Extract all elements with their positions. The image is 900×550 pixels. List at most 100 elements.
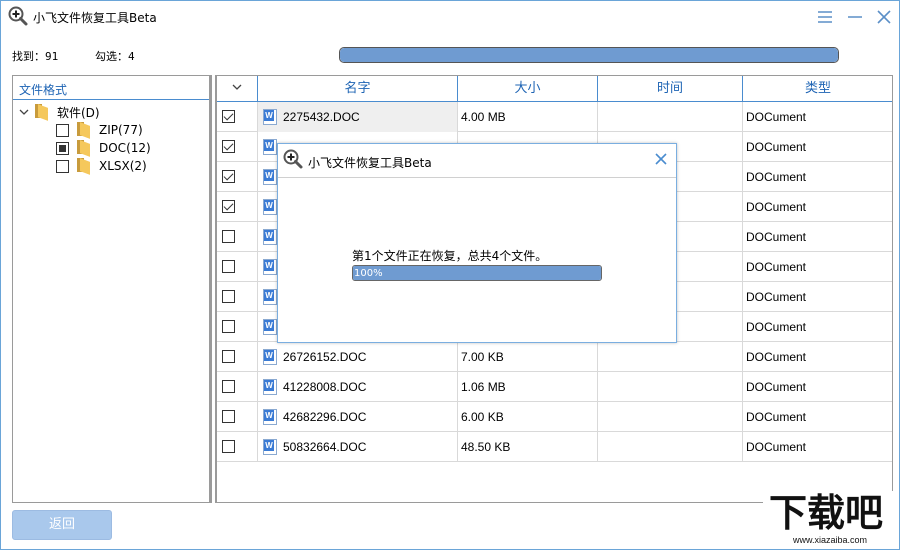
file-size-cell: 48.50 KB [458, 432, 598, 462]
word-document-icon: W [263, 259, 277, 275]
row-checkbox[interactable] [222, 230, 235, 243]
hamburger-icon[interactable] [813, 5, 837, 29]
recovery-progress-label: 100% [354, 268, 383, 279]
file-time-cell [598, 342, 743, 372]
word-document-icon: W [263, 139, 277, 155]
title-bar: 小飞文件恢复工具Beta [1, 1, 899, 33]
row-checkbox[interactable] [222, 110, 235, 123]
row-checkbox-cell[interactable] [217, 222, 258, 252]
file-size-cell: 4.00 MB [458, 102, 598, 132]
watermark-url: www.xiazaiba.com [793, 535, 868, 545]
column-header-size[interactable]: 大小 [458, 76, 598, 101]
file-type-cell: DOCument [746, 260, 807, 274]
row-checkbox-cell[interactable] [217, 192, 258, 222]
tree-root-label: 软件(D) [57, 105, 100, 120]
word-document-icon: W [263, 349, 277, 365]
table-row[interactable]: W 42682296.DOC 6.00 KB DOCument [217, 402, 892, 432]
chevron-down-icon[interactable] [19, 107, 29, 117]
word-document-icon: W [263, 289, 277, 305]
recovery-progress-bar: 100% [352, 265, 602, 281]
file-name: 50832664.DOC [283, 440, 367, 454]
row-checkbox[interactable] [222, 320, 235, 333]
file-type-cell: DOCument [746, 170, 807, 184]
window-title: 小飞文件恢复工具Beta [33, 11, 157, 25]
dialog-close-icon[interactable] [651, 149, 671, 169]
chevron-down-icon[interactable] [232, 82, 242, 92]
word-document-icon: W [263, 439, 277, 455]
file-size-cell: 1.06 MB [458, 372, 598, 402]
folder-icon [77, 140, 91, 157]
word-document-icon: W [263, 109, 277, 125]
word-document-icon: W [263, 229, 277, 245]
back-button[interactable]: 返回 [12, 510, 112, 540]
row-checkbox-cell[interactable] [217, 132, 258, 162]
row-checkbox-cell[interactable] [217, 252, 258, 282]
row-checkbox[interactable] [222, 350, 235, 363]
checked-count: 勾选：4 [95, 50, 135, 63]
tree-root-item[interactable]: 软件(D) [19, 103, 100, 121]
file-type-cell: DOCument [746, 350, 807, 364]
row-checkbox-cell[interactable] [217, 312, 258, 342]
row-checkbox-cell[interactable] [217, 282, 258, 312]
table-row[interactable]: W 2275432.DOC 4.00 MB DOCument [217, 102, 892, 132]
row-checkbox[interactable] [222, 440, 235, 453]
file-type-cell: DOCument [746, 320, 807, 334]
file-type-cell: DOCument [746, 440, 807, 454]
file-name: 42682296.DOC [283, 410, 367, 424]
table-row[interactable]: W 26726152.DOC 7.00 KB DOCument [217, 342, 892, 372]
file-name-cell[interactable]: W 50832664.DOC [258, 432, 458, 462]
tree-item-zip[interactable]: ZIP(77) [56, 121, 143, 139]
row-checkbox-cell[interactable] [217, 372, 258, 402]
file-size-cell: 6.00 KB [458, 402, 598, 432]
file-size-cell: 7.00 KB [458, 342, 598, 372]
select-all-toggle[interactable] [217, 76, 258, 101]
word-document-icon: W [263, 319, 277, 335]
column-header-type[interactable]: 类型 [743, 76, 892, 101]
tree-item-checkbox[interactable] [56, 123, 69, 137]
file-name-cell[interactable]: W 2275432.DOC [258, 102, 458, 132]
recovery-dialog: 小飞文件恢复工具Beta 第1个文件正在恢复，总共4个文件。 100% [277, 143, 677, 343]
word-document-icon: W [263, 379, 277, 395]
tree-item-doc[interactable]: DOC(12) [56, 139, 151, 157]
file-time-cell [598, 402, 743, 432]
close-icon[interactable] [872, 5, 896, 29]
recovery-status-text: 第1个文件正在恢复，总共4个文件。 [352, 249, 548, 263]
format-tree-panel: 文件格式 软件(D) ZIP(77) DOC(12) XLSX(2) [12, 75, 212, 503]
row-checkbox-cell[interactable] [217, 162, 258, 192]
found-count: 找到：91 [12, 50, 59, 63]
tree-item-checkbox[interactable] [56, 141, 69, 155]
row-checkbox[interactable] [222, 170, 235, 183]
file-type-cell: DOCument [746, 410, 807, 424]
row-checkbox-cell[interactable] [217, 432, 258, 462]
table-header: 名字 大小 时间 类型 [217, 76, 892, 102]
watermark: 下载吧 www.xiazaiba.com [763, 491, 897, 547]
word-document-icon: W [263, 409, 277, 425]
row-checkbox[interactable] [222, 260, 235, 273]
word-document-icon: W [263, 199, 277, 215]
word-document-icon: W [263, 169, 277, 185]
row-checkbox[interactable] [222, 380, 235, 393]
folder-icon [77, 122, 91, 139]
table-row[interactable]: W 41228008.DOC 1.06 MB DOCument [217, 372, 892, 402]
file-type-cell: DOCument [746, 140, 807, 154]
column-header-time[interactable]: 时间 [598, 76, 743, 101]
table-row[interactable]: W 50832664.DOC 48.50 KB DOCument [217, 432, 892, 462]
file-name-cell[interactable]: W 26726152.DOC [258, 342, 458, 372]
tree-item-checkbox[interactable] [56, 159, 69, 173]
row-checkbox[interactable] [222, 290, 235, 303]
tree-item-label: DOC(12) [99, 141, 151, 155]
row-checkbox-cell[interactable] [217, 342, 258, 372]
row-checkbox[interactable] [222, 200, 235, 213]
file-name: 2275432.DOC [283, 110, 360, 124]
column-header-name[interactable]: 名字 [258, 76, 458, 101]
file-name-cell[interactable]: W 42682296.DOC [258, 402, 458, 432]
file-time-cell [598, 372, 743, 402]
row-checkbox[interactable] [222, 140, 235, 153]
minimize-icon[interactable] [843, 5, 867, 29]
file-name-cell[interactable]: W 41228008.DOC [258, 372, 458, 402]
row-checkbox-cell[interactable] [217, 102, 258, 132]
row-checkbox-cell[interactable] [217, 402, 258, 432]
dialog-title-bar: 小飞文件恢复工具Beta [278, 144, 676, 178]
row-checkbox[interactable] [222, 410, 235, 423]
tree-item-xlsx[interactable]: XLSX(2) [56, 157, 147, 175]
